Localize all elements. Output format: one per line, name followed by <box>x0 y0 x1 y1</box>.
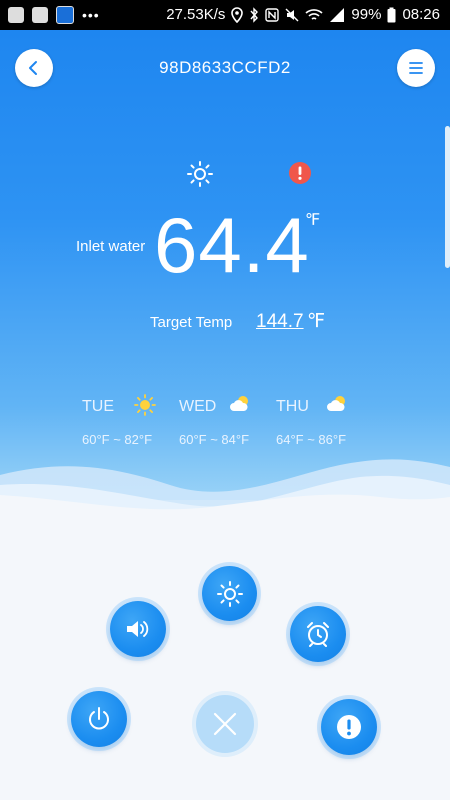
partly-cloudy-icon <box>230 396 248 411</box>
sun-icon <box>187 161 213 187</box>
forecast-day-tue: TUE <box>82 398 114 415</box>
forecast-range-tue: 60°F ~ 82°F <box>82 432 153 447</box>
target-temp-unit: ℉ <box>307 311 326 332</box>
target-temp-label: Target Temp <box>150 314 233 331</box>
scrollbar[interactable] <box>445 126 450 268</box>
nfc-icon <box>265 7 280 22</box>
alarm-clock-icon <box>307 622 329 647</box>
wave-decoration <box>0 459 450 575</box>
sun-icon <box>216 580 243 607</box>
close-button[interactable] <box>196 695 254 753</box>
power-icon <box>89 707 109 730</box>
sun-icon <box>134 394 156 416</box>
more-notifications-icon: ••• <box>82 7 100 23</box>
forecast-day-thu: THU <box>276 398 309 415</box>
system-icons: 27.53K/s 99% 08:26 <box>166 6 440 23</box>
forecast-range-wed: 60°F ~ 84°F <box>179 432 250 447</box>
sound-button[interactable] <box>110 601 166 657</box>
inlet-temperature: 64.4 <box>154 201 310 289</box>
status-bar: ••• 27.53K/s 99% 08:26 <box>0 0 450 30</box>
menu-icon <box>409 62 423 74</box>
location-icon <box>231 6 244 23</box>
bluetooth-icon <box>250 6 259 23</box>
signal-icon <box>330 7 345 22</box>
battery-percent: 99% <box>351 6 382 23</box>
target-temp-value[interactable]: 144.7 <box>256 311 304 333</box>
notification-location-icon <box>56 6 74 24</box>
timer-button[interactable] <box>290 606 346 662</box>
mode-button[interactable] <box>202 566 257 621</box>
forecast-range-thu: 64°F ~ 86°F <box>276 432 347 447</box>
notification-s-icon <box>32 7 48 23</box>
battery-icon <box>387 7 396 22</box>
alert-icon <box>337 715 361 739</box>
menu-button[interactable] <box>397 49 435 87</box>
clock: 08:26 <box>402 6 440 23</box>
forecast-day-wed: WED <box>179 398 217 415</box>
alert-icon <box>289 162 311 184</box>
close-icon <box>213 712 237 736</box>
alert-button[interactable] <box>321 699 377 755</box>
notification-app-icon <box>8 7 24 23</box>
temperature-unit: ℉ <box>305 212 321 229</box>
notification-icons: ••• <box>8 6 100 24</box>
device-title: 98D8633CCFD2 <box>159 58 291 77</box>
speaker-icon <box>127 621 149 637</box>
power-button[interactable] <box>71 691 127 747</box>
mute-icon <box>285 8 299 21</box>
partly-cloudy-icon <box>327 396 345 411</box>
net-speed: 27.53K/s <box>166 6 226 23</box>
inlet-water-label: Inlet water <box>76 238 146 255</box>
wifi-icon <box>305 8 323 20</box>
